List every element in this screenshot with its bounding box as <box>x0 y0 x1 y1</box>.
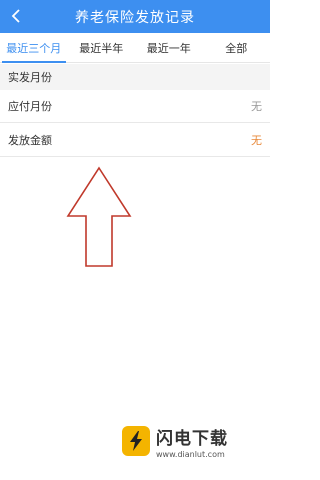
watermark: 闪电下载 www.dianlut.com <box>122 420 262 462</box>
period-tabs: 最近三个月 最近半年 最近一年 全部 <box>0 33 270 63</box>
page-title: 养老保险发放记录 <box>75 9 195 26</box>
app-header: 养老保险发放记录 <box>0 0 270 33</box>
up-arrow-annotation <box>66 166 132 267</box>
payable-month-value: 无 <box>251 100 262 113</box>
payment-amount-label: 发放金额 <box>8 134 52 147</box>
back-button[interactable] <box>6 6 26 26</box>
watermark-title: 闪电下载 <box>156 428 228 449</box>
payable-month-label: 应付月份 <box>8 100 52 113</box>
chevron-left-icon <box>11 9 20 23</box>
tab-all[interactable]: 全部 <box>203 33 271 62</box>
payable-month-row: 应付月份 无 <box>0 90 270 123</box>
watermark-url: www.dianlut.com <box>156 449 225 459</box>
tab-last-half-year[interactable]: 最近半年 <box>68 33 136 62</box>
lightning-logo-icon <box>122 426 150 456</box>
tab-last-three-months[interactable]: 最近三个月 <box>0 33 68 63</box>
section-header: 实发月份 <box>0 64 270 90</box>
payment-amount-value: 无 <box>251 134 262 147</box>
tab-last-year[interactable]: 最近一年 <box>135 33 203 62</box>
payment-amount-row: 发放金额 无 <box>0 124 270 157</box>
